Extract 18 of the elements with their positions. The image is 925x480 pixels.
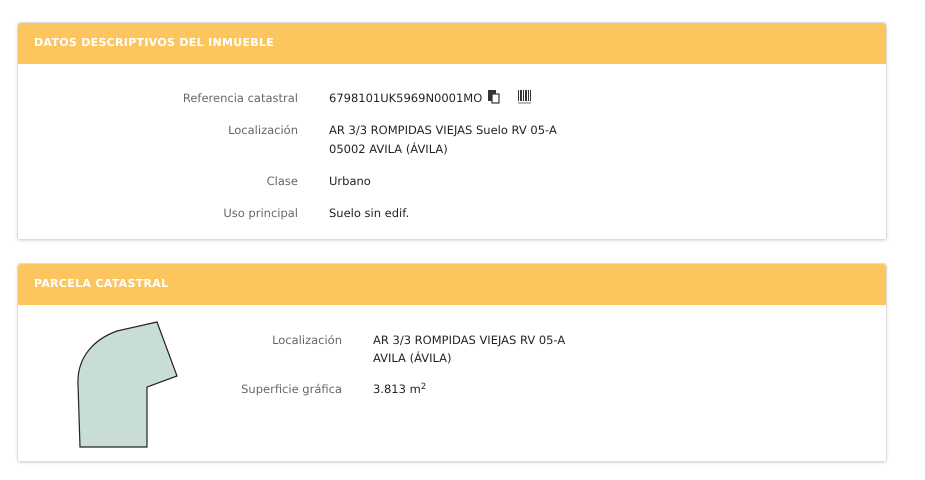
- copy-icon[interactable]: [488, 90, 500, 104]
- field-label: Localización: [271, 332, 342, 349]
- field-value: AVILA (ÁVILA): [373, 350, 452, 367]
- field-label: Superficie gráfica: [240, 381, 342, 398]
- field-value: 3.813 m$^{2}$: [373, 380, 426, 398]
- field-value: AR 3/3 ROMPIDAS VIEJAS Suelo RV 05-A: [329, 122, 557, 139]
- card-title: PARCELA CATASTRAL: [34, 276, 168, 292]
- field-label: Clase: [266, 173, 298, 190]
- barcode-icon[interactable]: [518, 90, 532, 104]
- field-value: Urbano: [329, 173, 371, 190]
- field-value: 6798101UK5969N0001MO: [329, 90, 482, 107]
- field-label: Referencia catastral: [182, 90, 298, 107]
- field-label: Uso principal: [222, 205, 298, 222]
- field-label: Localización: [227, 122, 298, 139]
- field-value: 05002 AVILA (ÁVILA): [329, 141, 449, 158]
- field-value: Suelo sin edif.: [329, 205, 410, 222]
- card-title: DATOS DESCRIPTIVOS DEL INMUEBLE: [34, 35, 274, 52]
- field-value: AR 3/3 ROMPIDAS VIEJAS RV 05-A: [373, 332, 566, 349]
